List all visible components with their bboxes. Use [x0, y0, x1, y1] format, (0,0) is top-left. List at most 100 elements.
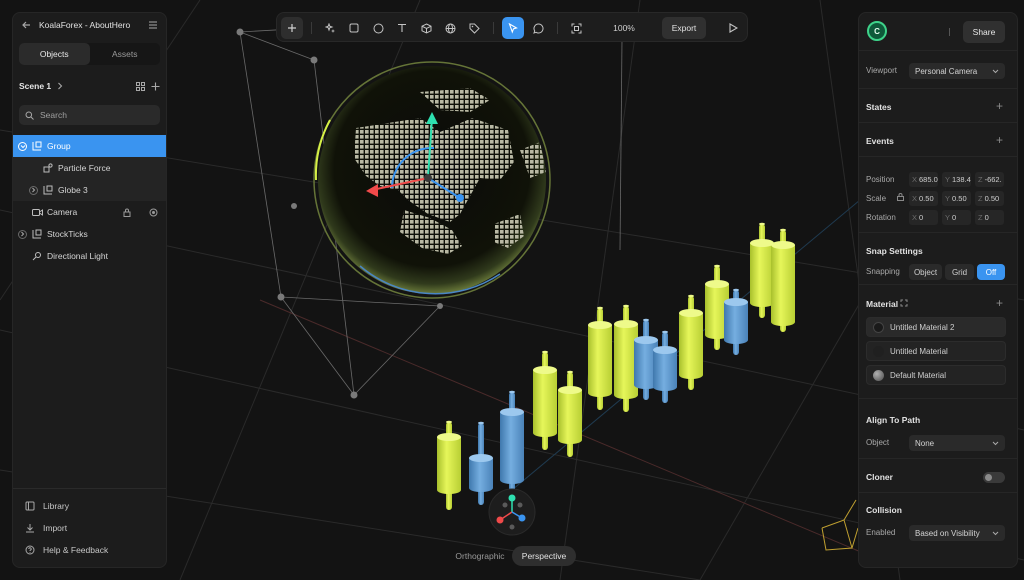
- material-swatch: [873, 369, 884, 381]
- align-to-path-section: Align To Path Object None: [859, 399, 1017, 459]
- position-z-input[interactable]: Z -662.: [975, 172, 1004, 187]
- candlestick[interactable]: [437, 420, 461, 510]
- rotation-x-input[interactable]: X0: [909, 210, 938, 225]
- collision-title: Collision: [866, 505, 902, 515]
- material-swatch: [873, 345, 884, 357]
- collision-section: Collision Enabled Based on Visibility: [859, 493, 1017, 553]
- avatar[interactable]: C: [867, 21, 887, 41]
- particle-force-icon: [43, 163, 53, 173]
- ellipse-icon[interactable]: [367, 17, 389, 39]
- scene-selector[interactable]: Scene 1: [13, 77, 166, 95]
- panel-tabs: Objects Assets: [19, 43, 160, 65]
- expand-chevron-icon[interactable]: [29, 185, 38, 195]
- orientation-gizmo[interactable]: [488, 488, 536, 536]
- lock-icon[interactable]: [123, 208, 131, 217]
- viewport-value: Personal Camera: [915, 66, 978, 76]
- viewport-label: Viewport: [866, 66, 897, 75]
- export-button[interactable]: Export: [662, 17, 706, 39]
- tab-objects[interactable]: Objects: [19, 43, 90, 65]
- left-panel: KoalaForex - AboutHero Objects Assets Sc…: [12, 12, 167, 568]
- candlestick[interactable]: [469, 421, 493, 505]
- material-label: Untitled Material 2: [890, 322, 955, 332]
- zoom-level[interactable]: 100%: [607, 17, 641, 39]
- snap-settings-section: Snap Settings Snapping Object Grid Off: [859, 233, 1017, 285]
- add-icon[interactable]: [281, 17, 303, 39]
- target-icon[interactable]: [149, 208, 158, 217]
- object-label: Object: [866, 438, 890, 447]
- share-button[interactable]: Share: [963, 21, 1005, 43]
- collapse-chevron-icon[interactable]: [18, 141, 27, 151]
- tree-item-globe-3[interactable]: Globe 3: [13, 179, 166, 201]
- candlestick[interactable]: [588, 306, 612, 410]
- rotation-z-input[interactable]: Z0: [975, 210, 1004, 225]
- states-section: States +: [859, 89, 1017, 123]
- snap-object-option[interactable]: Object: [909, 264, 942, 280]
- pointer-icon[interactable]: [502, 17, 524, 39]
- rectangle-icon[interactable]: [343, 17, 365, 39]
- tab-assets[interactable]: Assets: [90, 43, 161, 65]
- group-icon: [43, 185, 53, 195]
- search-field[interactable]: [19, 105, 160, 125]
- snap-off-option[interactable]: Off: [977, 264, 1005, 280]
- panel-top-bar: C Share: [859, 13, 1017, 51]
- collision-value: Based on Visibility: [915, 528, 980, 538]
- align-to-path-title: Align To Path: [866, 415, 921, 425]
- add-state-icon[interactable]: +: [996, 100, 1003, 112]
- viewport-section: Viewport Personal Camera: [859, 51, 1017, 89]
- position-x-input[interactable]: X 685.0: [909, 172, 938, 187]
- position-y-input[interactable]: Y 138.4: [942, 172, 971, 187]
- material-label: Untitled Material: [890, 346, 948, 356]
- align-object-select[interactable]: None: [909, 435, 1005, 451]
- cube-icon[interactable]: [415, 17, 437, 39]
- add-scene-icon[interactable]: [151, 82, 160, 91]
- scale-z-input[interactable]: Z 0.50: [975, 191, 1004, 206]
- add-material-icon[interactable]: +: [996, 297, 1003, 309]
- grid-view-icon[interactable]: [136, 81, 145, 91]
- help-feedback-link[interactable]: Help & Feedback: [13, 539, 166, 561]
- comment-icon[interactable]: [527, 17, 549, 39]
- collision-select[interactable]: Based on Visibility: [909, 525, 1005, 541]
- lock-icon[interactable]: [897, 193, 904, 203]
- scale-y-input[interactable]: Y 0.50: [942, 191, 971, 206]
- tree-item-particle-force[interactable]: Particle Force: [13, 157, 166, 179]
- search-input[interactable]: [40, 110, 154, 120]
- position-label: Position: [866, 175, 895, 184]
- material-item[interactable]: Untitled Material 2: [866, 317, 1006, 337]
- import-link[interactable]: Import: [13, 517, 166, 539]
- material-item[interactable]: Untitled Material: [866, 341, 1006, 361]
- play-icon[interactable]: [722, 17, 744, 39]
- add-event-icon[interactable]: +: [996, 134, 1003, 146]
- rotation-label: Rotation: [866, 213, 896, 222]
- perspective-button[interactable]: Perspective: [512, 546, 576, 566]
- candlestick[interactable]: [679, 294, 703, 390]
- library-icon: [25, 501, 35, 511]
- tag-icon[interactable]: [463, 17, 485, 39]
- camera-icon: [32, 208, 43, 217]
- menu-icon[interactable]: [148, 20, 158, 30]
- text-icon[interactable]: [391, 17, 413, 39]
- snap-grid-option[interactable]: Grid: [945, 264, 974, 280]
- expand-chevron-icon[interactable]: [18, 229, 27, 239]
- viewport-select[interactable]: Personal Camera: [909, 63, 1005, 79]
- tree-item-stockticks[interactable]: StockTicks: [13, 223, 166, 245]
- frame-icon[interactable]: [565, 17, 587, 39]
- magic-icon[interactable]: [319, 17, 341, 39]
- orthographic-button[interactable]: Orthographic: [448, 546, 512, 566]
- sphere-icon[interactable]: [439, 17, 461, 39]
- tree-item-camera[interactable]: Camera: [13, 201, 166, 223]
- scale-x-input[interactable]: X 0.50: [909, 191, 938, 206]
- scale-label: Scale: [866, 194, 887, 203]
- expand-icon[interactable]: [900, 299, 908, 309]
- library-link[interactable]: Library: [13, 495, 166, 517]
- material-item[interactable]: Default Material: [866, 365, 1006, 385]
- tree-item-directional-light[interactable]: Directional Light: [13, 245, 166, 267]
- candlestick[interactable]: [500, 390, 524, 498]
- back-arrow-icon[interactable]: [21, 20, 31, 30]
- toolbar-divider: [557, 22, 558, 34]
- candlestick[interactable]: [750, 222, 774, 318]
- tree-item-group[interactable]: Group: [13, 135, 166, 157]
- cloner-toggle[interactable]: [983, 472, 1005, 483]
- candlestick[interactable]: [533, 350, 557, 450]
- candlestick[interactable]: [771, 228, 795, 332]
- rotation-y-input[interactable]: Y0: [942, 210, 971, 225]
